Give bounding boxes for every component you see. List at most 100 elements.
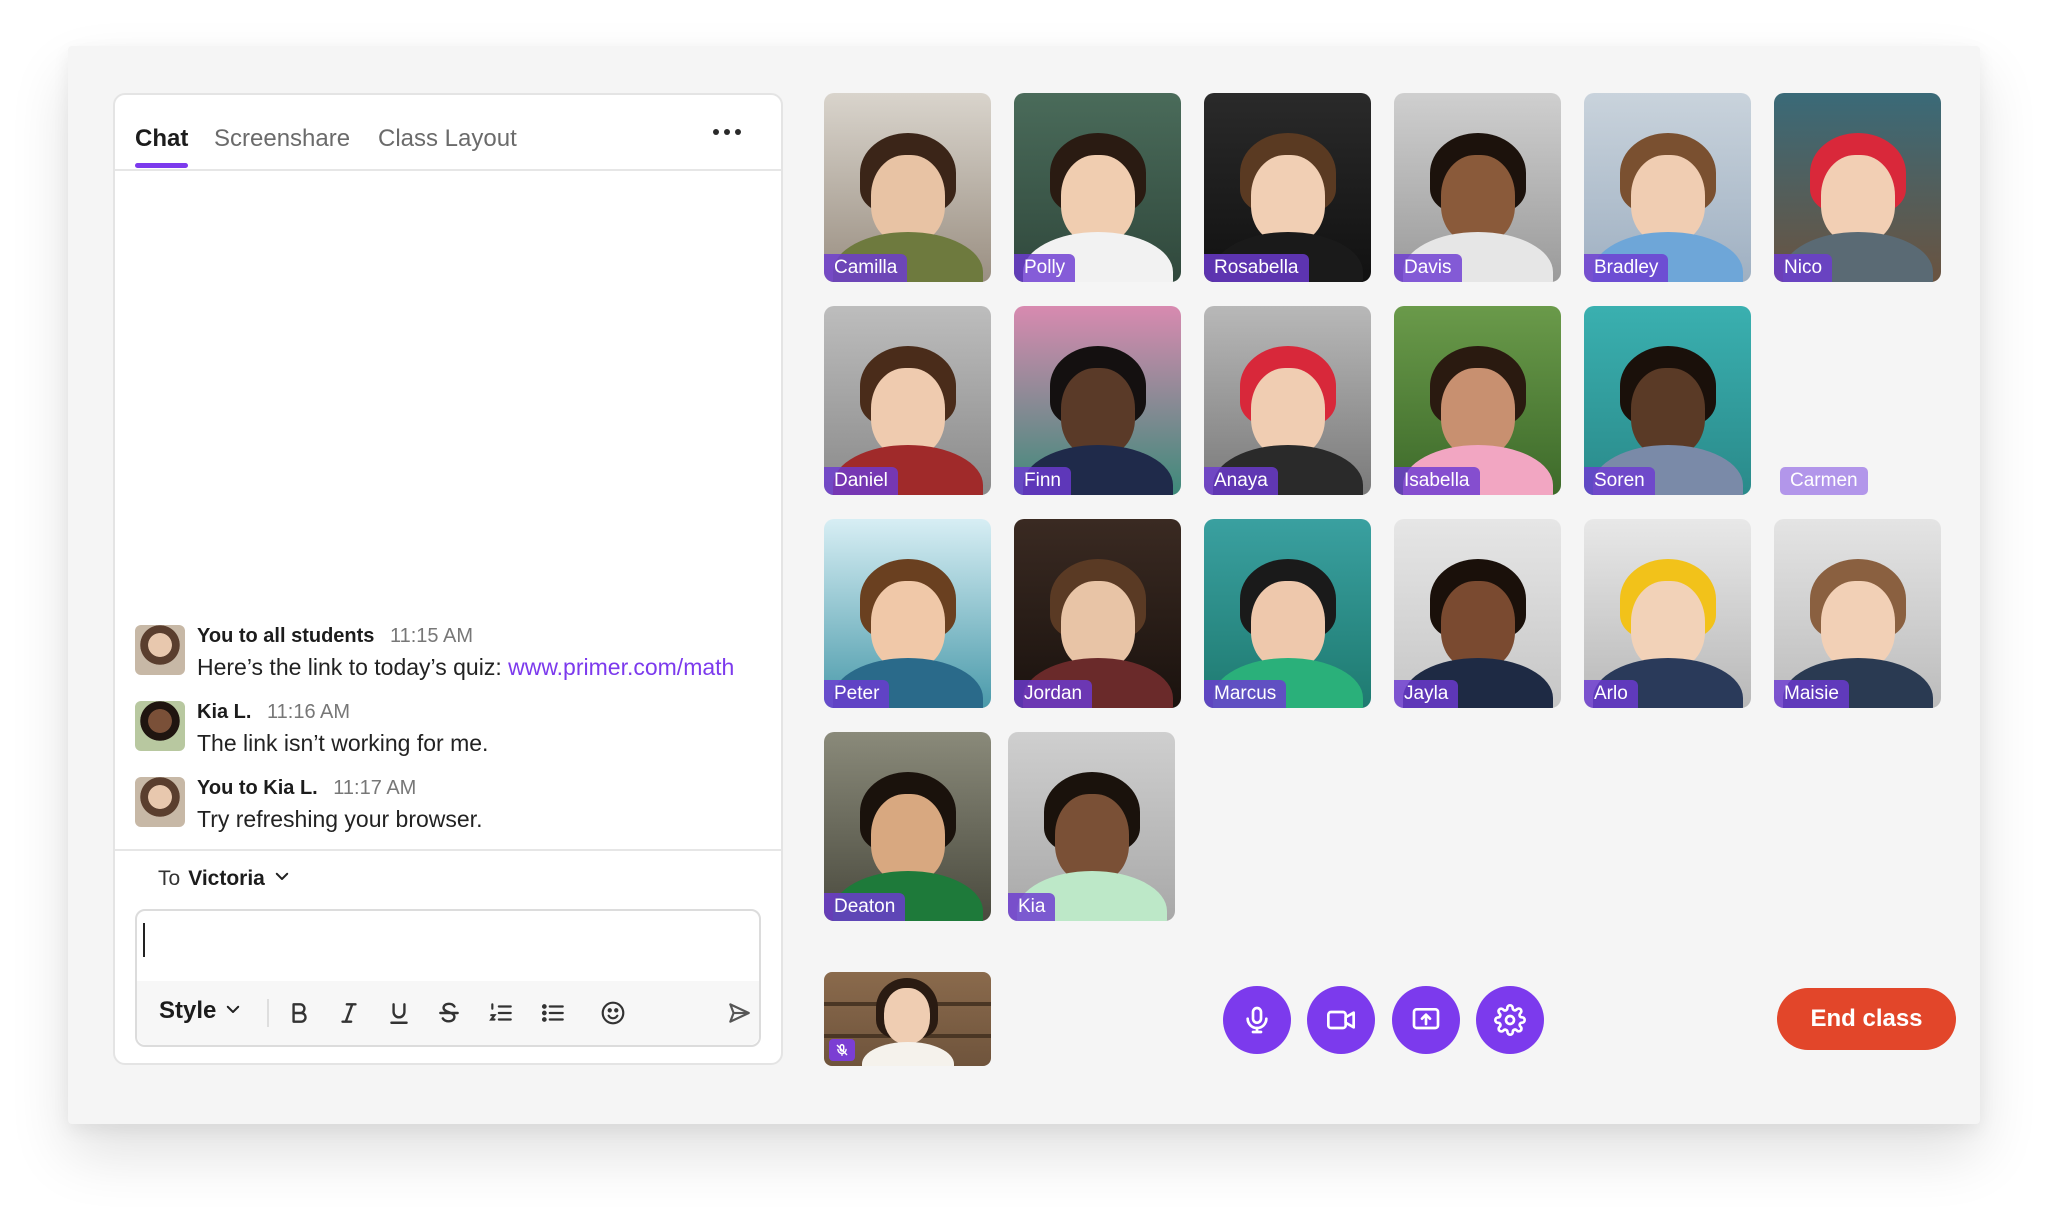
self-video-tile[interactable] xyxy=(824,972,991,1066)
microphone-button[interactable] xyxy=(1223,986,1291,1054)
student-tile-maisie[interactable]: Maisie xyxy=(1774,519,1941,708)
student-tile-kia[interactable]: Kia xyxy=(1008,732,1175,921)
student-tile-rosabella[interactable]: Rosabella xyxy=(1204,93,1371,282)
style-label: Style xyxy=(159,997,217,1024)
student-name: Kia xyxy=(1008,893,1056,921)
message-item: You to Kia L. 11:17 AM Try refreshing yo… xyxy=(135,775,761,851)
student-name: Anaya xyxy=(1204,467,1278,495)
student-name: Nico xyxy=(1774,254,1833,282)
student-tile-bradley[interactable]: Bradley xyxy=(1584,93,1751,282)
student-tile-daniel[interactable]: Daniel xyxy=(824,306,991,495)
student-tile-nico[interactable]: Nico xyxy=(1774,93,1941,282)
recipient-prefix: To xyxy=(158,867,181,890)
underline-icon xyxy=(390,1003,408,1024)
student-name: Maisie xyxy=(1774,680,1849,708)
numbered-list-button[interactable] xyxy=(485,997,517,1029)
message-time: 11:17 AM xyxy=(333,777,417,799)
chevron-down-icon xyxy=(224,997,242,1025)
end-class-button[interactable]: End class xyxy=(1777,988,1956,1050)
student-tile-isabella[interactable]: Isabella xyxy=(1394,306,1561,495)
emoji-button[interactable] xyxy=(597,997,629,1029)
strikethrough-button[interactable] xyxy=(433,997,465,1029)
bullet-list-icon xyxy=(541,1004,564,1022)
tab-class-layout[interactable]: Class Layout xyxy=(378,125,517,153)
self-mic-muted-icon xyxy=(829,1039,855,1061)
quiz-link[interactable]: www.primer.com/math xyxy=(508,654,734,680)
underline-button[interactable] xyxy=(383,997,415,1029)
screenshare-icon xyxy=(1412,1008,1440,1030)
message-input[interactable] xyxy=(137,911,759,985)
message-text: Here’s the link to today’s quiz: xyxy=(197,654,509,680)
tab-screenshare[interactable]: Screenshare xyxy=(214,125,350,153)
recipient-selector[interactable]: To Victoria xyxy=(158,867,291,891)
student-tile-jordan[interactable]: Jordan xyxy=(1014,519,1181,708)
smiley-icon xyxy=(601,1001,625,1025)
avatar xyxy=(135,777,185,827)
avatar xyxy=(135,625,185,675)
italic-button[interactable] xyxy=(333,997,365,1029)
student-name: Camilla xyxy=(824,254,908,282)
student-tile-davis[interactable]: Davis xyxy=(1394,93,1561,282)
student-name: Peter xyxy=(824,680,890,708)
more-dots-icon xyxy=(713,129,719,135)
student-tile-polly[interactable]: Polly xyxy=(1014,93,1181,282)
student-tile-deaton[interactable]: Deaton xyxy=(824,732,991,921)
student-name: Arlo xyxy=(1584,680,1638,708)
screenshare-button[interactable] xyxy=(1392,986,1460,1054)
strikethrough-icon xyxy=(439,1002,459,1023)
message-composer: Style xyxy=(135,909,761,1047)
student-name: Soren xyxy=(1584,467,1655,495)
bold-icon xyxy=(292,1003,307,1023)
student-name: Bradley xyxy=(1584,254,1669,282)
formatting-toolbar: Style xyxy=(137,981,759,1045)
student-name: Daniel xyxy=(824,467,898,495)
style-dropdown[interactable]: Style xyxy=(159,997,242,1025)
student-name: Davis xyxy=(1394,254,1462,282)
chat-panel: Chat Screenshare Class Layout You to all… xyxy=(113,93,783,1065)
composer-divider xyxy=(115,849,781,851)
settings-button[interactable] xyxy=(1476,986,1544,1054)
student-name: Marcus xyxy=(1204,680,1287,708)
send-button[interactable] xyxy=(723,997,755,1029)
student-tile-arlo[interactable]: Arlo xyxy=(1584,519,1751,708)
settings-gear-icon xyxy=(1494,1004,1526,1036)
message-time: 11:15 AM xyxy=(389,625,474,647)
message-text: Try refreshing your browser. xyxy=(197,806,483,832)
italic-icon xyxy=(341,1003,357,1023)
student-name: Finn xyxy=(1014,467,1071,495)
student-name: Rosabella xyxy=(1204,254,1309,282)
message-sender: Kia L. xyxy=(197,701,252,723)
recipient-name: Victoria xyxy=(188,867,265,890)
student-name: Polly xyxy=(1014,254,1076,282)
message-time: 11:16 AM xyxy=(267,701,351,723)
message-sender: You to Kia L. xyxy=(197,777,318,799)
student-tile-anaya[interactable]: Anaya xyxy=(1204,306,1371,495)
student-tile-soren[interactable]: Soren xyxy=(1584,306,1751,495)
toolbar-separator xyxy=(267,999,269,1027)
student-tile-peter[interactable]: Peter xyxy=(824,519,991,708)
student-name: Isabella xyxy=(1394,467,1480,495)
chevron-down-icon xyxy=(273,867,291,891)
more-options-button[interactable] xyxy=(713,125,741,139)
bullet-list-button[interactable] xyxy=(537,997,569,1029)
chat-tab-bar: Chat Screenshare Class Layout xyxy=(115,95,781,171)
send-icon xyxy=(729,1003,750,1023)
bold-button[interactable] xyxy=(283,997,315,1029)
student-tile-marcus[interactable]: Marcus xyxy=(1204,519,1371,708)
video-camera-icon xyxy=(1327,1010,1355,1030)
student-name: Deaton xyxy=(824,893,906,921)
numbered-list-icon xyxy=(489,1003,512,1021)
message-text: The link isn’t working for me. xyxy=(197,730,489,756)
student-tile-camilla[interactable]: Camilla xyxy=(824,93,991,282)
student-name: Carmen xyxy=(1780,467,1868,495)
student-tile-finn[interactable]: Finn xyxy=(1014,306,1181,495)
message-list: You to all students 11:15 AM Here’s the … xyxy=(135,623,761,851)
message-item: You to all students 11:15 AM Here’s the … xyxy=(135,623,761,699)
student-tile-jayla[interactable]: Jayla xyxy=(1394,519,1561,708)
microphone-icon xyxy=(1246,1006,1268,1034)
camera-button[interactable] xyxy=(1307,986,1375,1054)
message-item: Kia L. 11:16 AM The link isn’t working f… xyxy=(135,699,761,775)
tab-chat[interactable]: Chat xyxy=(135,125,189,168)
student-tile-carmen[interactable]: Carmen xyxy=(1774,306,1941,495)
avatar xyxy=(135,701,185,751)
